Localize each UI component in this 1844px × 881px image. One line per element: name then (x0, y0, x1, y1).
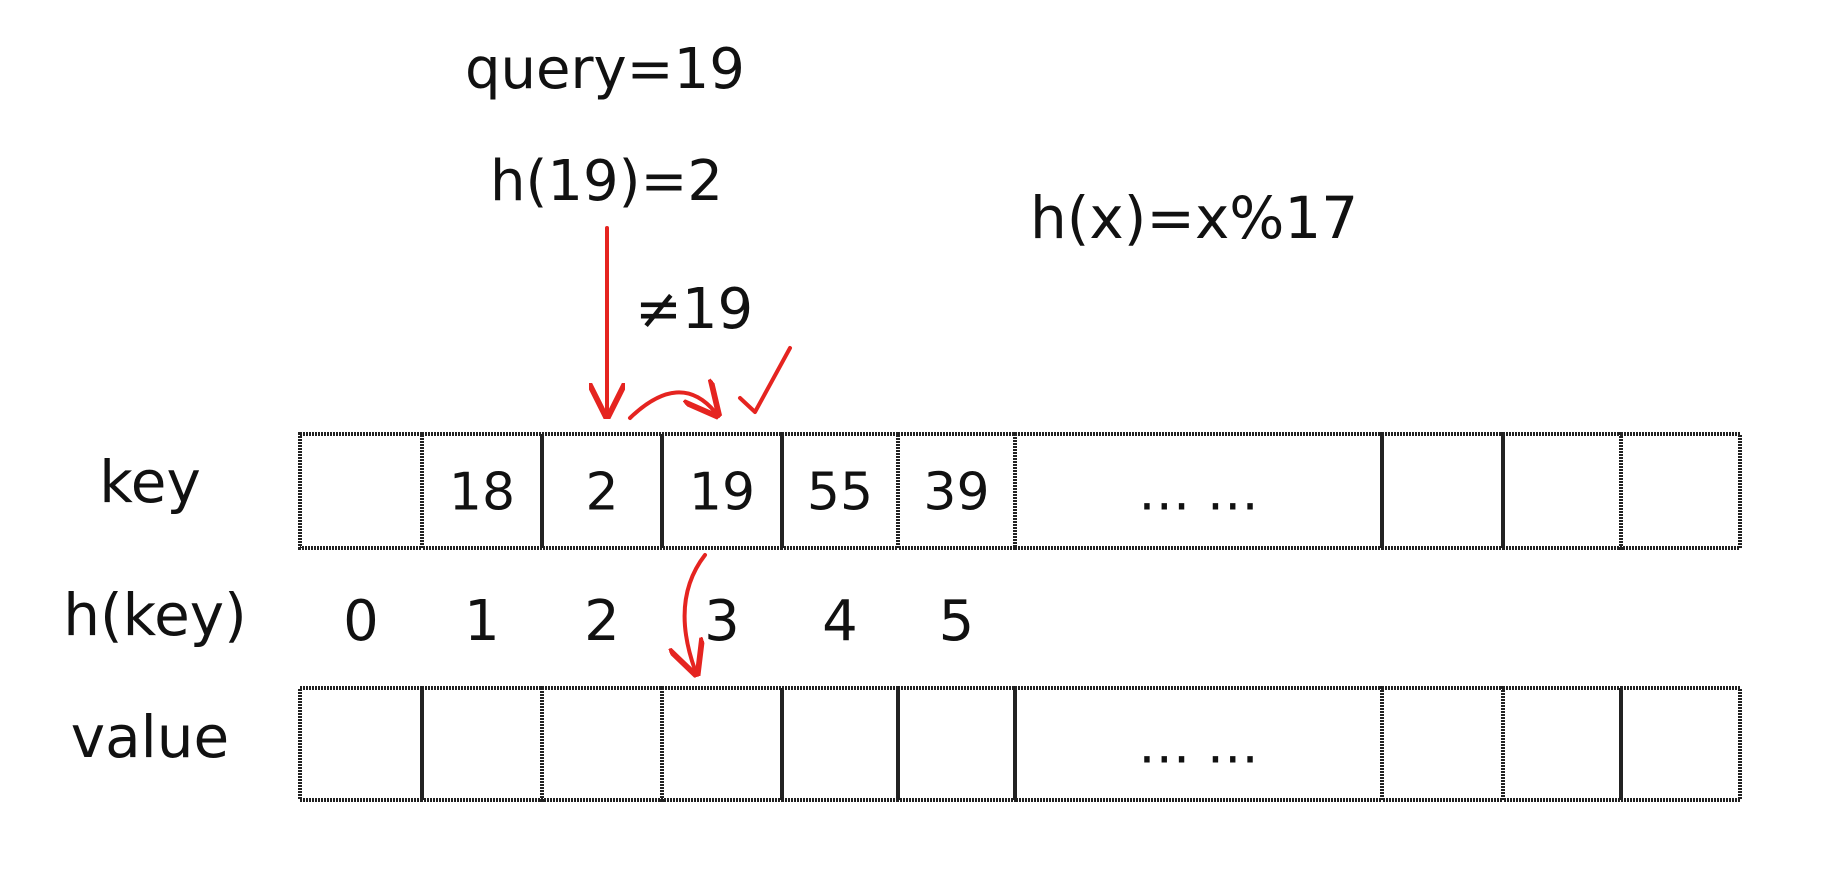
not-equal-label: ≠19 (635, 277, 753, 342)
hash-index-label: 3 (704, 589, 740, 654)
key-cell (1501, 432, 1623, 550)
key-cell-text: 2 (585, 463, 618, 523)
hash-index-label: 1 (464, 589, 500, 654)
hash-of-query-label: h(19)=2 (490, 149, 723, 214)
probe-next-arrow (628, 392, 715, 418)
hash-index-label: 0 (343, 589, 379, 654)
key-cell-text: 18 (449, 463, 515, 523)
key-row-label: key (99, 448, 201, 516)
key-cell (1619, 432, 1742, 550)
hash-index-row: 0 1 2 3 4 5 (343, 589, 974, 654)
value-row: … … (298, 686, 1742, 802)
value-cell (540, 686, 664, 802)
value-cell-text: … … (1138, 716, 1259, 776)
match-check-mark (738, 346, 792, 414)
key-cell (1380, 432, 1505, 550)
hash-index-label: 2 (584, 589, 620, 654)
value-cell (1380, 686, 1505, 802)
key-cell-text: 39 (923, 463, 989, 523)
value-cell (298, 686, 424, 802)
key-row: 18 2 19 55 39 … … (298, 432, 1742, 550)
value-cell (896, 686, 1017, 802)
value-cell (780, 686, 900, 802)
value-cell (1501, 686, 1623, 802)
query-label: query=19 (465, 37, 745, 102)
hash-table-diagram: query=19 h(19)=2 h(x)=x%17 ≠19 key h(key… (63, 37, 1742, 802)
hash-function-label: h(x)=x%17 (1030, 184, 1358, 252)
hash-index-label: 5 (939, 589, 975, 654)
key-cell-text: … … (1138, 463, 1259, 523)
key-cell (298, 432, 424, 550)
hash-index-label: 4 (822, 589, 858, 654)
value-row-label: value (71, 703, 229, 771)
value-cell (1619, 686, 1742, 802)
value-cell (660, 686, 784, 802)
value-cell (420, 686, 544, 802)
to-value-arrow (685, 553, 707, 670)
key-cell-text: 55 (807, 463, 873, 523)
hash-row-label: h(key) (63, 581, 247, 649)
key-cell-text: 19 (689, 463, 755, 523)
